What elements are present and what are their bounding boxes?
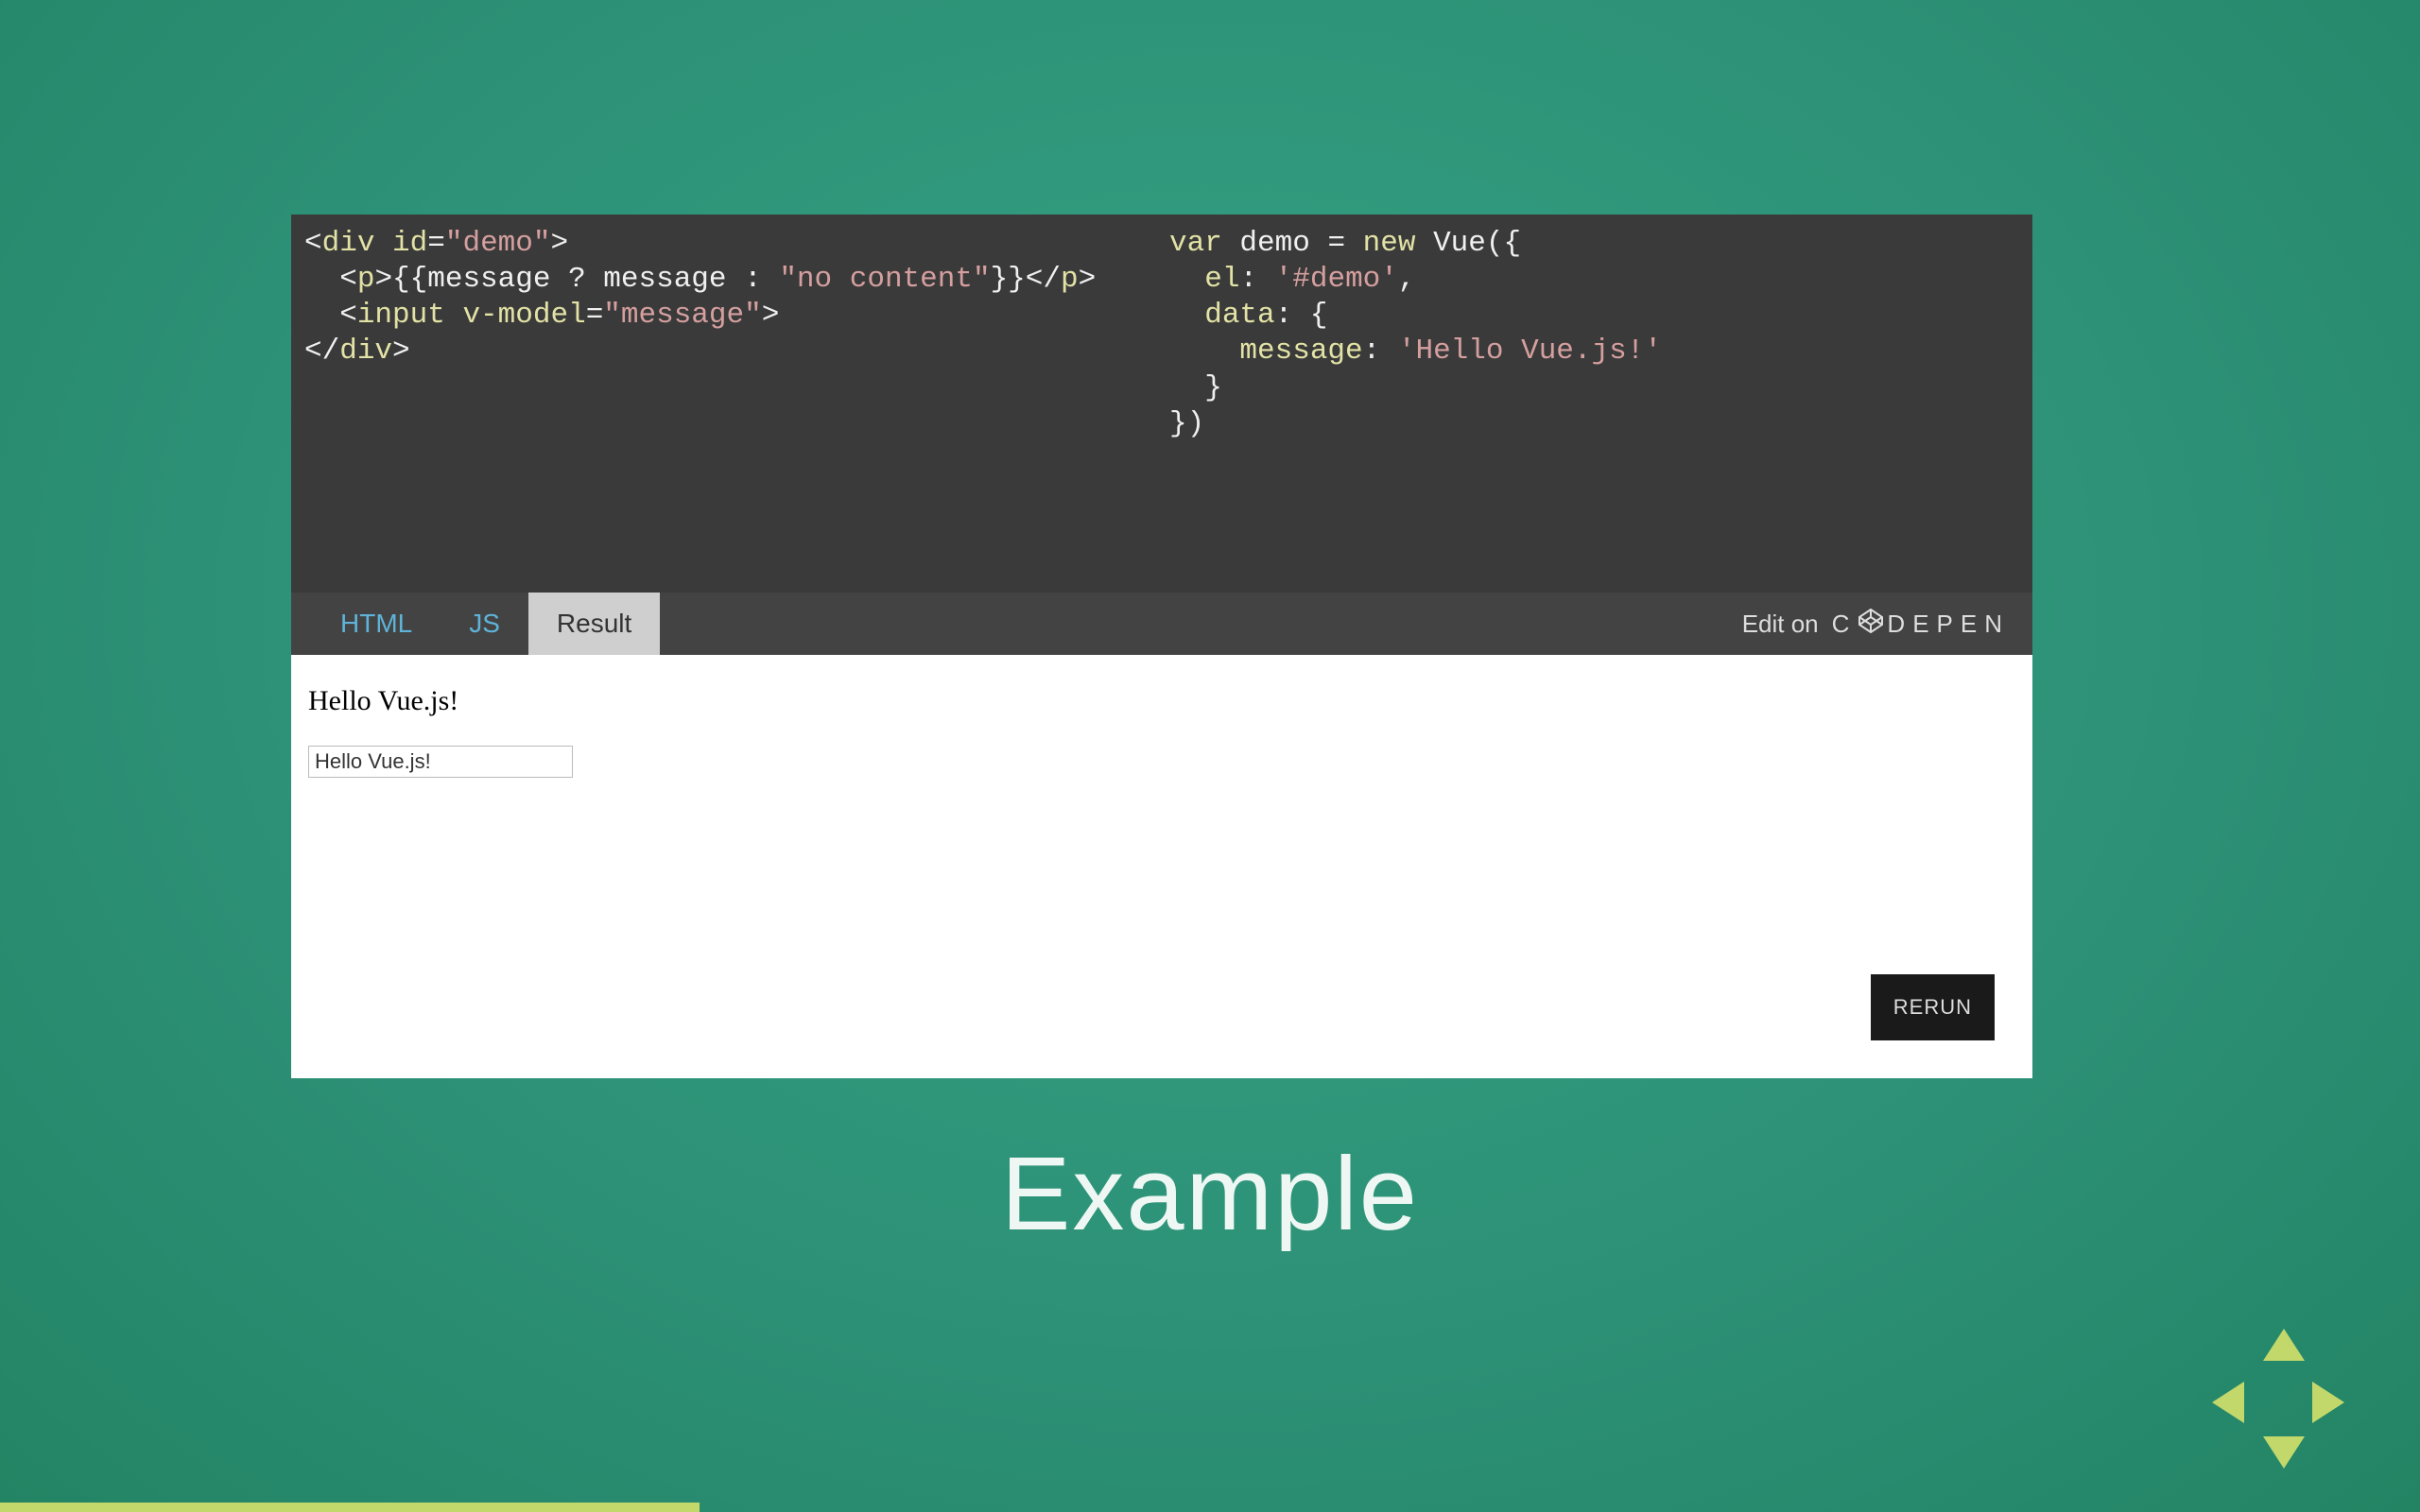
result-output-text: Hello Vue.js!: [308, 685, 2015, 717]
code-token: 'Hello Vue.js!': [1398, 335, 1662, 368]
code-token: demo: [1222, 227, 1328, 260]
nav-down-arrow-icon[interactable]: [2263, 1436, 2305, 1469]
code-token: :: [1239, 263, 1274, 296]
code-token: message: [1239, 335, 1362, 368]
code-token: '#demo': [1275, 263, 1398, 296]
code-panel-html: <div id="demo"> <p>{{message ? message :…: [299, 226, 1160, 593]
code-token: Vue: [1415, 227, 1485, 260]
result-pane: Hello Vue.js! RERUN: [291, 655, 2032, 1078]
codepen-embed: <div id="demo"> <p>{{message ? message :…: [291, 215, 2032, 1078]
code-token: <: [304, 227, 322, 260]
slide-caption: Example: [0, 1134, 2420, 1254]
code-token: =: [586, 299, 604, 332]
code-token: ,: [1398, 263, 1416, 296]
code-token: =: [427, 227, 445, 260]
code-token: >: [1079, 263, 1097, 296]
slide-nav-controls: [2203, 1323, 2354, 1474]
code-token: [1169, 263, 1204, 296]
code-token: [1169, 335, 1239, 368]
code-token: =: [1327, 227, 1345, 260]
code-token: [304, 299, 339, 332]
code-token: "demo": [445, 227, 551, 260]
code-token: {{message ? message :: [392, 263, 779, 296]
code-token: : {: [1275, 299, 1328, 332]
edit-on-label: Edit on: [1742, 610, 1819, 639]
code-token: "no content": [779, 263, 990, 296]
code-token: <: [339, 263, 357, 296]
code-token: [374, 227, 392, 260]
code-token: div: [322, 227, 375, 260]
code-token: p: [357, 263, 375, 296]
code-token: >: [374, 263, 392, 296]
code-token: input: [357, 299, 445, 332]
result-message-input[interactable]: [308, 746, 573, 778]
code-token: }: [1169, 371, 1222, 404]
code-token: [445, 299, 463, 332]
code-token: v-model: [462, 299, 585, 332]
code-token: div: [339, 335, 392, 368]
rerun-button[interactable]: RERUN: [1871, 974, 1995, 1040]
code-token: </: [1026, 263, 1061, 296]
slide-progress-bar: [0, 1503, 700, 1512]
code-panel-js: var demo = new Vue({ el: '#demo', data: …: [1160, 226, 2025, 593]
tab-html[interactable]: HTML: [312, 593, 441, 655]
code-token: </: [304, 335, 339, 368]
code-token: id: [392, 227, 427, 260]
codepen-logo: C DEPEN: [1832, 607, 2010, 642]
code-token: [1345, 227, 1363, 260]
code-token: [304, 263, 339, 296]
code-token: ({: [1486, 227, 1521, 260]
nav-right-arrow-icon[interactable]: [2312, 1382, 2344, 1423]
code-token: p: [1061, 263, 1079, 296]
code-token: >: [392, 335, 410, 368]
code-token: new: [1363, 227, 1416, 260]
tab-spacer: [660, 593, 1741, 655]
code-token: data: [1204, 299, 1274, 332]
code-token: var: [1169, 227, 1222, 260]
code-token: el: [1204, 263, 1239, 296]
codepen-letters-depen: DEPEN: [1887, 610, 2010, 639]
codepen-letter-c: C: [1832, 610, 1858, 639]
code-token: :: [1363, 335, 1398, 368]
tab-js[interactable]: JS: [441, 593, 528, 655]
nav-left-arrow-icon[interactable]: [2212, 1382, 2244, 1423]
tab-bar: HTML JS Result Edit on C DEPEN: [291, 593, 2032, 655]
code-token: }}: [991, 263, 1026, 296]
code-token: >: [550, 227, 568, 260]
nav-up-arrow-icon[interactable]: [2263, 1329, 2305, 1361]
code-token: }): [1169, 407, 1204, 440]
code-panels: <div id="demo"> <p>{{message ? message :…: [291, 215, 2032, 593]
code-token: <: [339, 299, 357, 332]
code-token: >: [762, 299, 780, 332]
code-token: [1169, 299, 1204, 332]
tab-result[interactable]: Result: [528, 593, 660, 655]
code-token: "message": [603, 299, 761, 332]
codepen-cube-icon: [1857, 607, 1885, 642]
edit-on-codepen-link[interactable]: Edit on C DEPEN: [1742, 593, 2019, 655]
